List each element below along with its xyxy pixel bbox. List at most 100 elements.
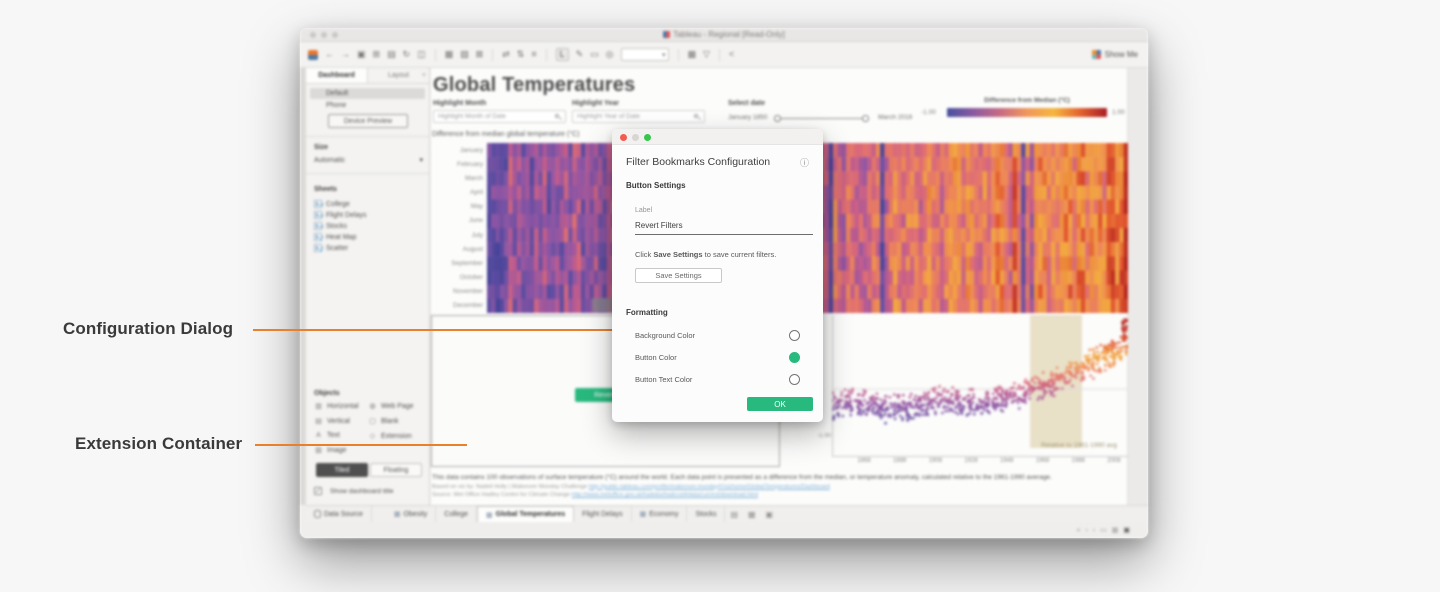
refresh-icon[interactable]: ↻ — [403, 50, 411, 59]
fit-icon[interactable]: ▭ — [590, 50, 599, 59]
tiled-button[interactable]: Tiled — [316, 463, 368, 477]
anomaly-scatter-plot[interactable] — [832, 315, 1128, 457]
new-dashboard-tab-icon[interactable]: ▦ — [743, 506, 761, 522]
sidebar-item-scatter[interactable]: Scatter — [314, 244, 423, 252]
device-preview-button[interactable]: Device Preview — [328, 114, 408, 128]
info-icon[interactable]: ⓘ — [800, 156, 809, 169]
sort-descending-icon[interactable]: ≡ — [531, 50, 536, 59]
tab-dashboard[interactable]: Dashboard — [306, 68, 368, 83]
grid-view-icon[interactable]: ▦ — [1112, 526, 1119, 534]
pause-updates-icon[interactable]: ◫ — [417, 50, 426, 59]
device-phone-row[interactable]: Phone — [310, 100, 425, 111]
tab-college[interactable]: College — [436, 506, 477, 522]
search-icon — [555, 114, 561, 120]
dialog-close-icon[interactable] — [620, 134, 627, 141]
button-color-row: Button Color — [635, 351, 800, 363]
share-icon[interactable]: < — [729, 50, 734, 59]
normal-view-icon[interactable]: ▭ — [1100, 526, 1107, 534]
tableau-logo-icon[interactable] — [308, 50, 318, 60]
legends-icon[interactable]: ▦ — [688, 50, 697, 59]
image-icon: ▨ — [314, 446, 323, 454]
show-dashboard-title-checkbox[interactable]: ✓ Show dashboard title — [314, 487, 423, 495]
search-icon — [694, 114, 700, 120]
back-icon[interactable]: ← — [325, 50, 334, 59]
tab-data-source[interactable]: Data Source — [306, 506, 372, 522]
device-default-row[interactable]: Default — [310, 88, 425, 99]
highlight-year-input[interactable]: Highlight Year of Date — [572, 110, 705, 123]
extension-container-annotation: Extension Container — [75, 434, 242, 454]
undo-history-icon[interactable]: ▦ — [445, 50, 454, 59]
tab-layout[interactable]: Layout — [368, 68, 429, 83]
save-settings-button[interactable]: Save Settings — [635, 268, 722, 283]
date-slider-track[interactable] — [777, 118, 867, 119]
tab-economy[interactable]: ▦ Economy — [632, 506, 688, 522]
forward-icon[interactable]: → — [341, 50, 350, 59]
sidebar-item-college[interactable]: College — [314, 200, 423, 208]
button-label-input[interactable]: Revert Filters — [635, 221, 813, 235]
object-web-page[interactable]: ◍Web Page — [368, 402, 423, 410]
object-vertical[interactable]: ▤Vertical — [314, 417, 366, 425]
tab-obesity[interactable]: ▦ Obesity — [386, 506, 436, 522]
caption-link-2[interactable]: http://public.tableau.com/profile/makeov… — [589, 484, 830, 490]
dialog-zoom-icon[interactable] — [644, 134, 651, 141]
tab-flight-delays[interactable]: Flight Delays — [574, 506, 631, 522]
background-color-swatch[interactable] — [789, 330, 800, 341]
date-slider-handle-end[interactable] — [862, 115, 869, 122]
status-bar: « ‹ › ▭ ▦ ▣ — [300, 522, 1148, 538]
x-tick: 2008 — [1104, 458, 1124, 464]
format-icon[interactable]: ✎ — [576, 50, 584, 59]
object-extension[interactable]: ◇Extension — [368, 432, 423, 440]
button-color-label: Button Color — [635, 353, 677, 362]
presentation-icon[interactable]: ▽ — [703, 50, 710, 59]
caption-link-3[interactable]: http://www.metoffice.gov.uk/hadobs/hadcr… — [572, 492, 758, 498]
tab-stocks[interactable]: Stocks — [687, 506, 725, 522]
new-worksheet-tab-icon[interactable]: ▤ — [725, 506, 743, 522]
add-datasource-icon[interactable]: ⊞ — [373, 50, 381, 59]
toolbar: ← → ▣ ⊞ ▤ ↻ ◫ ▦ ▧ ⊠ ⇄ ⇅ ≡ L — [300, 42, 1148, 68]
dialog-minimize-icon[interactable] — [632, 134, 639, 141]
object-image[interactable]: ▨Image — [314, 446, 366, 454]
month-label: September — [437, 256, 483, 270]
sidebar-item-stocks[interactable]: Stocks — [314, 222, 423, 230]
save-icon[interactable]: ▣ — [357, 50, 366, 59]
jump-start-icon[interactable]: « — [1077, 527, 1081, 534]
ok-button[interactable]: OK — [747, 397, 813, 411]
configuration-dialog-annotation: Configuration Dialog — [63, 319, 233, 339]
clear-icon[interactable]: ⊠ — [476, 50, 484, 59]
sidebar-item-flight-delays[interactable]: Flight Delays — [314, 211, 423, 219]
highlight-month-input[interactable]: Highlight Month of Date — [433, 110, 566, 123]
object-blank[interactable]: ▢Blank — [368, 417, 423, 425]
button-color-swatch[interactable] — [789, 352, 800, 363]
annotations-icon[interactable]: ◎ — [606, 50, 614, 59]
toolbar-separator — [492, 49, 493, 61]
show-me-button[interactable]: Show Me — [1092, 50, 1138, 59]
next-icon[interactable]: › — [1093, 527, 1095, 534]
object-horizontal[interactable]: ▥Horizontal — [314, 402, 366, 410]
floating-button[interactable]: Floating — [370, 463, 422, 477]
close-pane-icon[interactable]: × — [422, 72, 426, 79]
x-tick: 1868 — [854, 458, 874, 464]
object-text[interactable]: AText — [314, 432, 366, 439]
size-dropdown[interactable]: Automatic ▾ — [314, 156, 423, 164]
fit-selector[interactable]: ▾ — [621, 48, 669, 61]
duplicate-icon[interactable]: ▧ — [460, 50, 469, 59]
date-slider-handle-start[interactable] — [774, 115, 781, 122]
data-caption: This data contains 100 observations of s… — [432, 474, 1123, 500]
new-story-tab-icon[interactable]: ▣ — [761, 506, 779, 522]
divider — [306, 136, 429, 137]
extension-container-callout-line — [255, 444, 467, 446]
tab-global-temperatures[interactable]: ▦ Global Temperatures — [477, 506, 574, 522]
swap-axes-icon[interactable]: ⇄ — [502, 50, 510, 59]
new-worksheet-icon[interactable]: ▤ — [387, 50, 396, 59]
highlight-month-label: Highlight Month — [433, 100, 486, 107]
highlight-icon[interactable]: L — [556, 48, 569, 61]
sort-ascending-icon[interactable]: ⇅ — [517, 50, 525, 59]
objects-header: Objects — [314, 390, 340, 397]
sheet-tab-strip: Data Source ▦ Obesity College ▦ Global T… — [306, 505, 1148, 522]
prev-icon[interactable]: ‹ — [1085, 527, 1087, 534]
button-text-color-swatch[interactable] — [789, 374, 800, 385]
dashboard-icon: ▦ — [640, 510, 647, 518]
presentation-view-icon[interactable]: ▣ — [1123, 526, 1130, 534]
sidebar-item-heat-map[interactable]: Heat Map — [314, 233, 423, 241]
chevron-down-icon: ▾ — [662, 51, 666, 59]
